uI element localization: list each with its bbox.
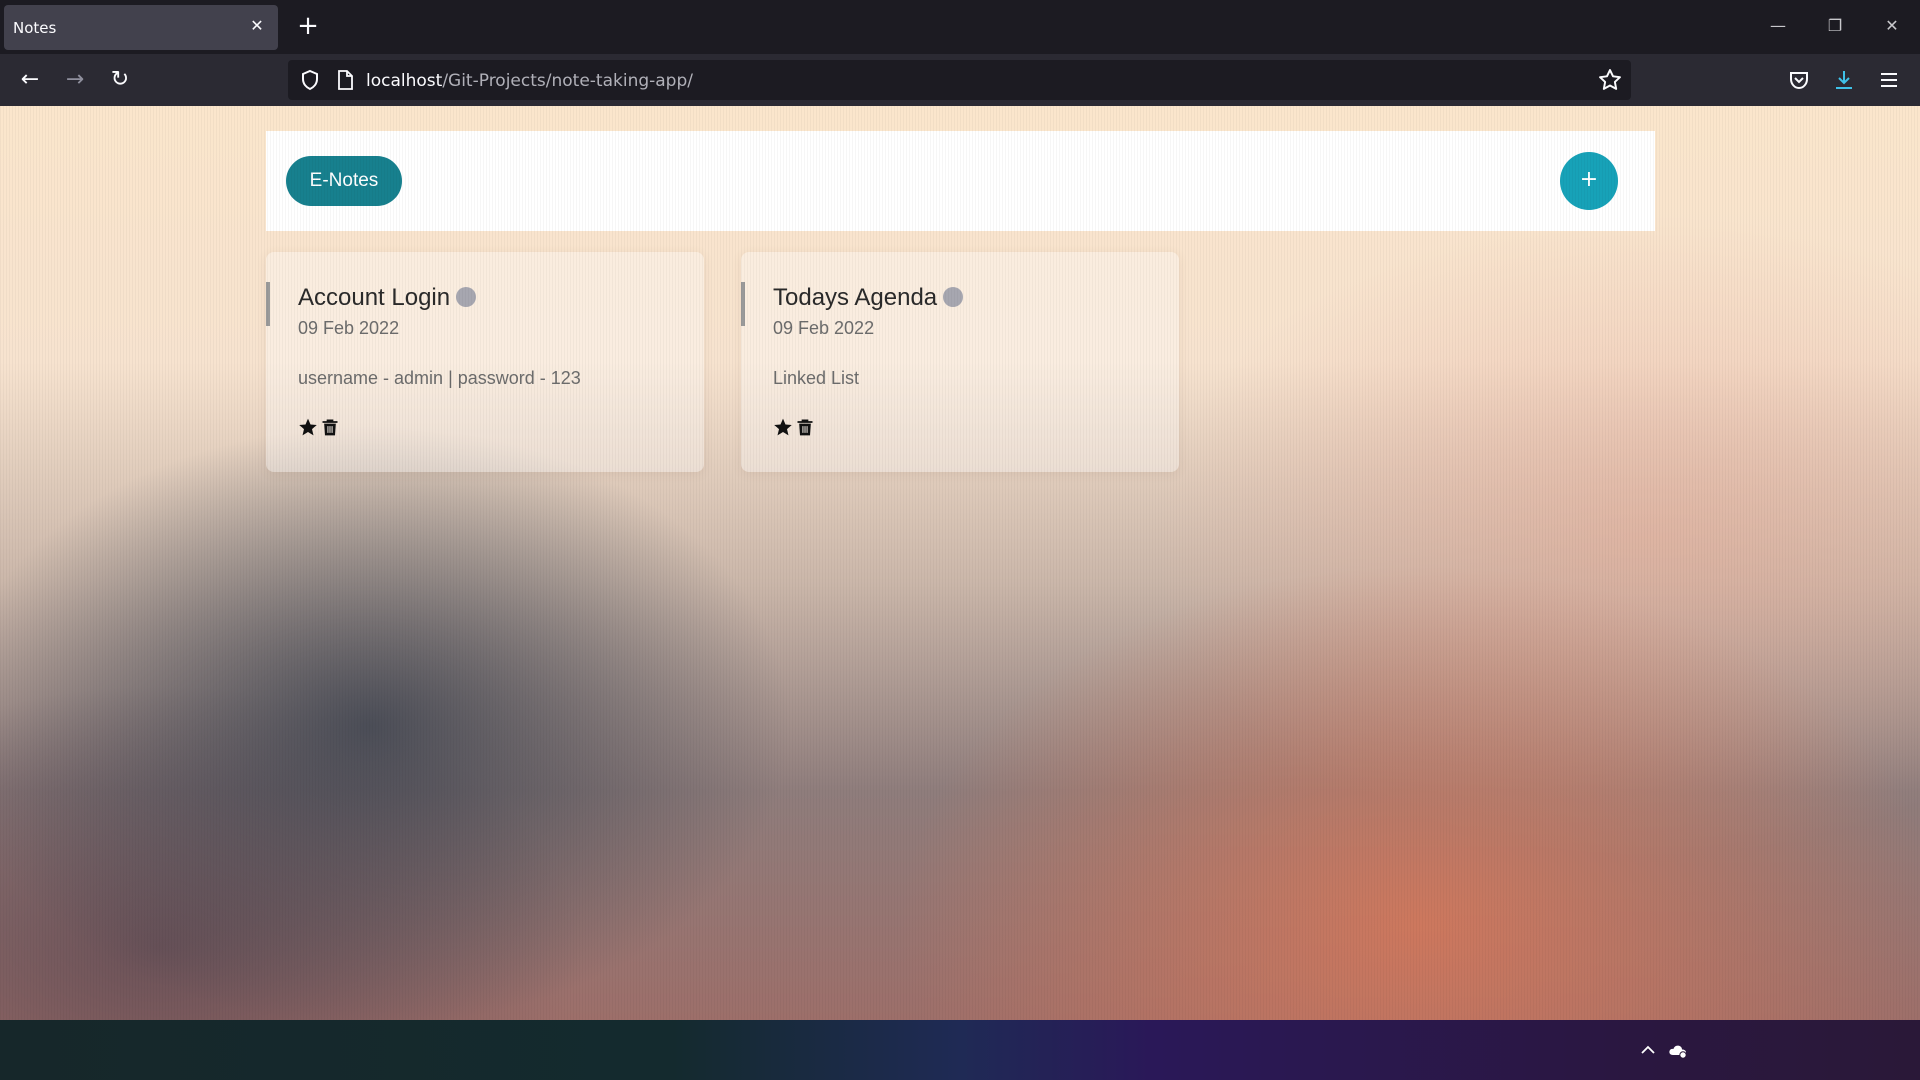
address-bar[interactable]: localhost/Git-Projects/note-taking-app/: [288, 60, 1631, 100]
note-body: username - admin | password - 123: [298, 368, 581, 388]
status-dot-icon: [456, 287, 477, 307]
pocket-icon[interactable]: [1787, 68, 1811, 92]
note-title-text: Todays Agenda: [773, 284, 938, 311]
trash-icon[interactable]: [320, 417, 340, 437]
note-date: 09 Feb 2022: [298, 318, 400, 338]
chevron-up-icon[interactable]: [1636, 1038, 1660, 1062]
browser-tab-strip: Notes ✕ + — ❐ ✕: [0, 0, 1920, 54]
note-card: Todays Agenda 09 Feb 2022 Linked List: [741, 252, 1179, 472]
add-note-button[interactable]: +: [1560, 152, 1618, 210]
menu-icon[interactable]: [1877, 68, 1901, 92]
status-dot-icon: [943, 287, 964, 307]
weather-icon[interactable]: [1666, 1038, 1690, 1062]
star-icon[interactable]: [773, 417, 793, 437]
note-card: Account Login 09 Feb 2022 username - adm…: [266, 252, 704, 472]
star-icon[interactable]: [298, 417, 318, 437]
app-header: E-Notes +: [266, 131, 1655, 231]
note-date: 09 Feb 2022: [773, 318, 875, 338]
bookmark-star-icon[interactable]: [1597, 67, 1623, 93]
page-icon[interactable]: [333, 68, 357, 92]
os-taskbar: [0, 1020, 1920, 1080]
forward-button[interactable]: →: [59, 64, 91, 96]
note-title-text: Account Login: [298, 284, 451, 311]
note-title: Account Login: [298, 284, 477, 312]
trash-icon[interactable]: [795, 417, 815, 437]
url-host: localhost: [366, 71, 443, 91]
close-tab-icon[interactable]: ✕: [246, 15, 268, 37]
reload-button[interactable]: ↻: [104, 64, 136, 96]
page-viewport: E-Notes + Account Login 09 Feb 2022 user…: [0, 106, 1920, 1020]
note-body: Linked List: [773, 368, 860, 388]
tab-notes[interactable]: Notes ✕: [4, 5, 278, 50]
tab-title: Notes: [13, 19, 57, 37]
download-icon[interactable]: [1832, 68, 1856, 92]
window-close-button[interactable]: ✕: [1872, 12, 1912, 40]
card-accent-bar: [266, 282, 270, 326]
card-accent-bar: [741, 282, 745, 326]
new-tab-button[interactable]: +: [294, 12, 322, 40]
browser-toolbar: ← → ↻ localhost/Git-Projects/note-taking…: [0, 54, 1920, 106]
url-text[interactable]: localhost/Git-Projects/note-taking-app/: [366, 71, 693, 91]
note-title: Todays Agenda: [773, 284, 964, 312]
restore-button[interactable]: ❐: [1815, 12, 1855, 40]
shield-icon[interactable]: [298, 68, 322, 92]
back-button[interactable]: ←: [14, 64, 46, 96]
brand-button[interactable]: E-Notes: [286, 156, 402, 206]
url-path: /Git-Projects/note-taking-app/: [442, 71, 693, 91]
minimize-button[interactable]: —: [1758, 12, 1798, 40]
